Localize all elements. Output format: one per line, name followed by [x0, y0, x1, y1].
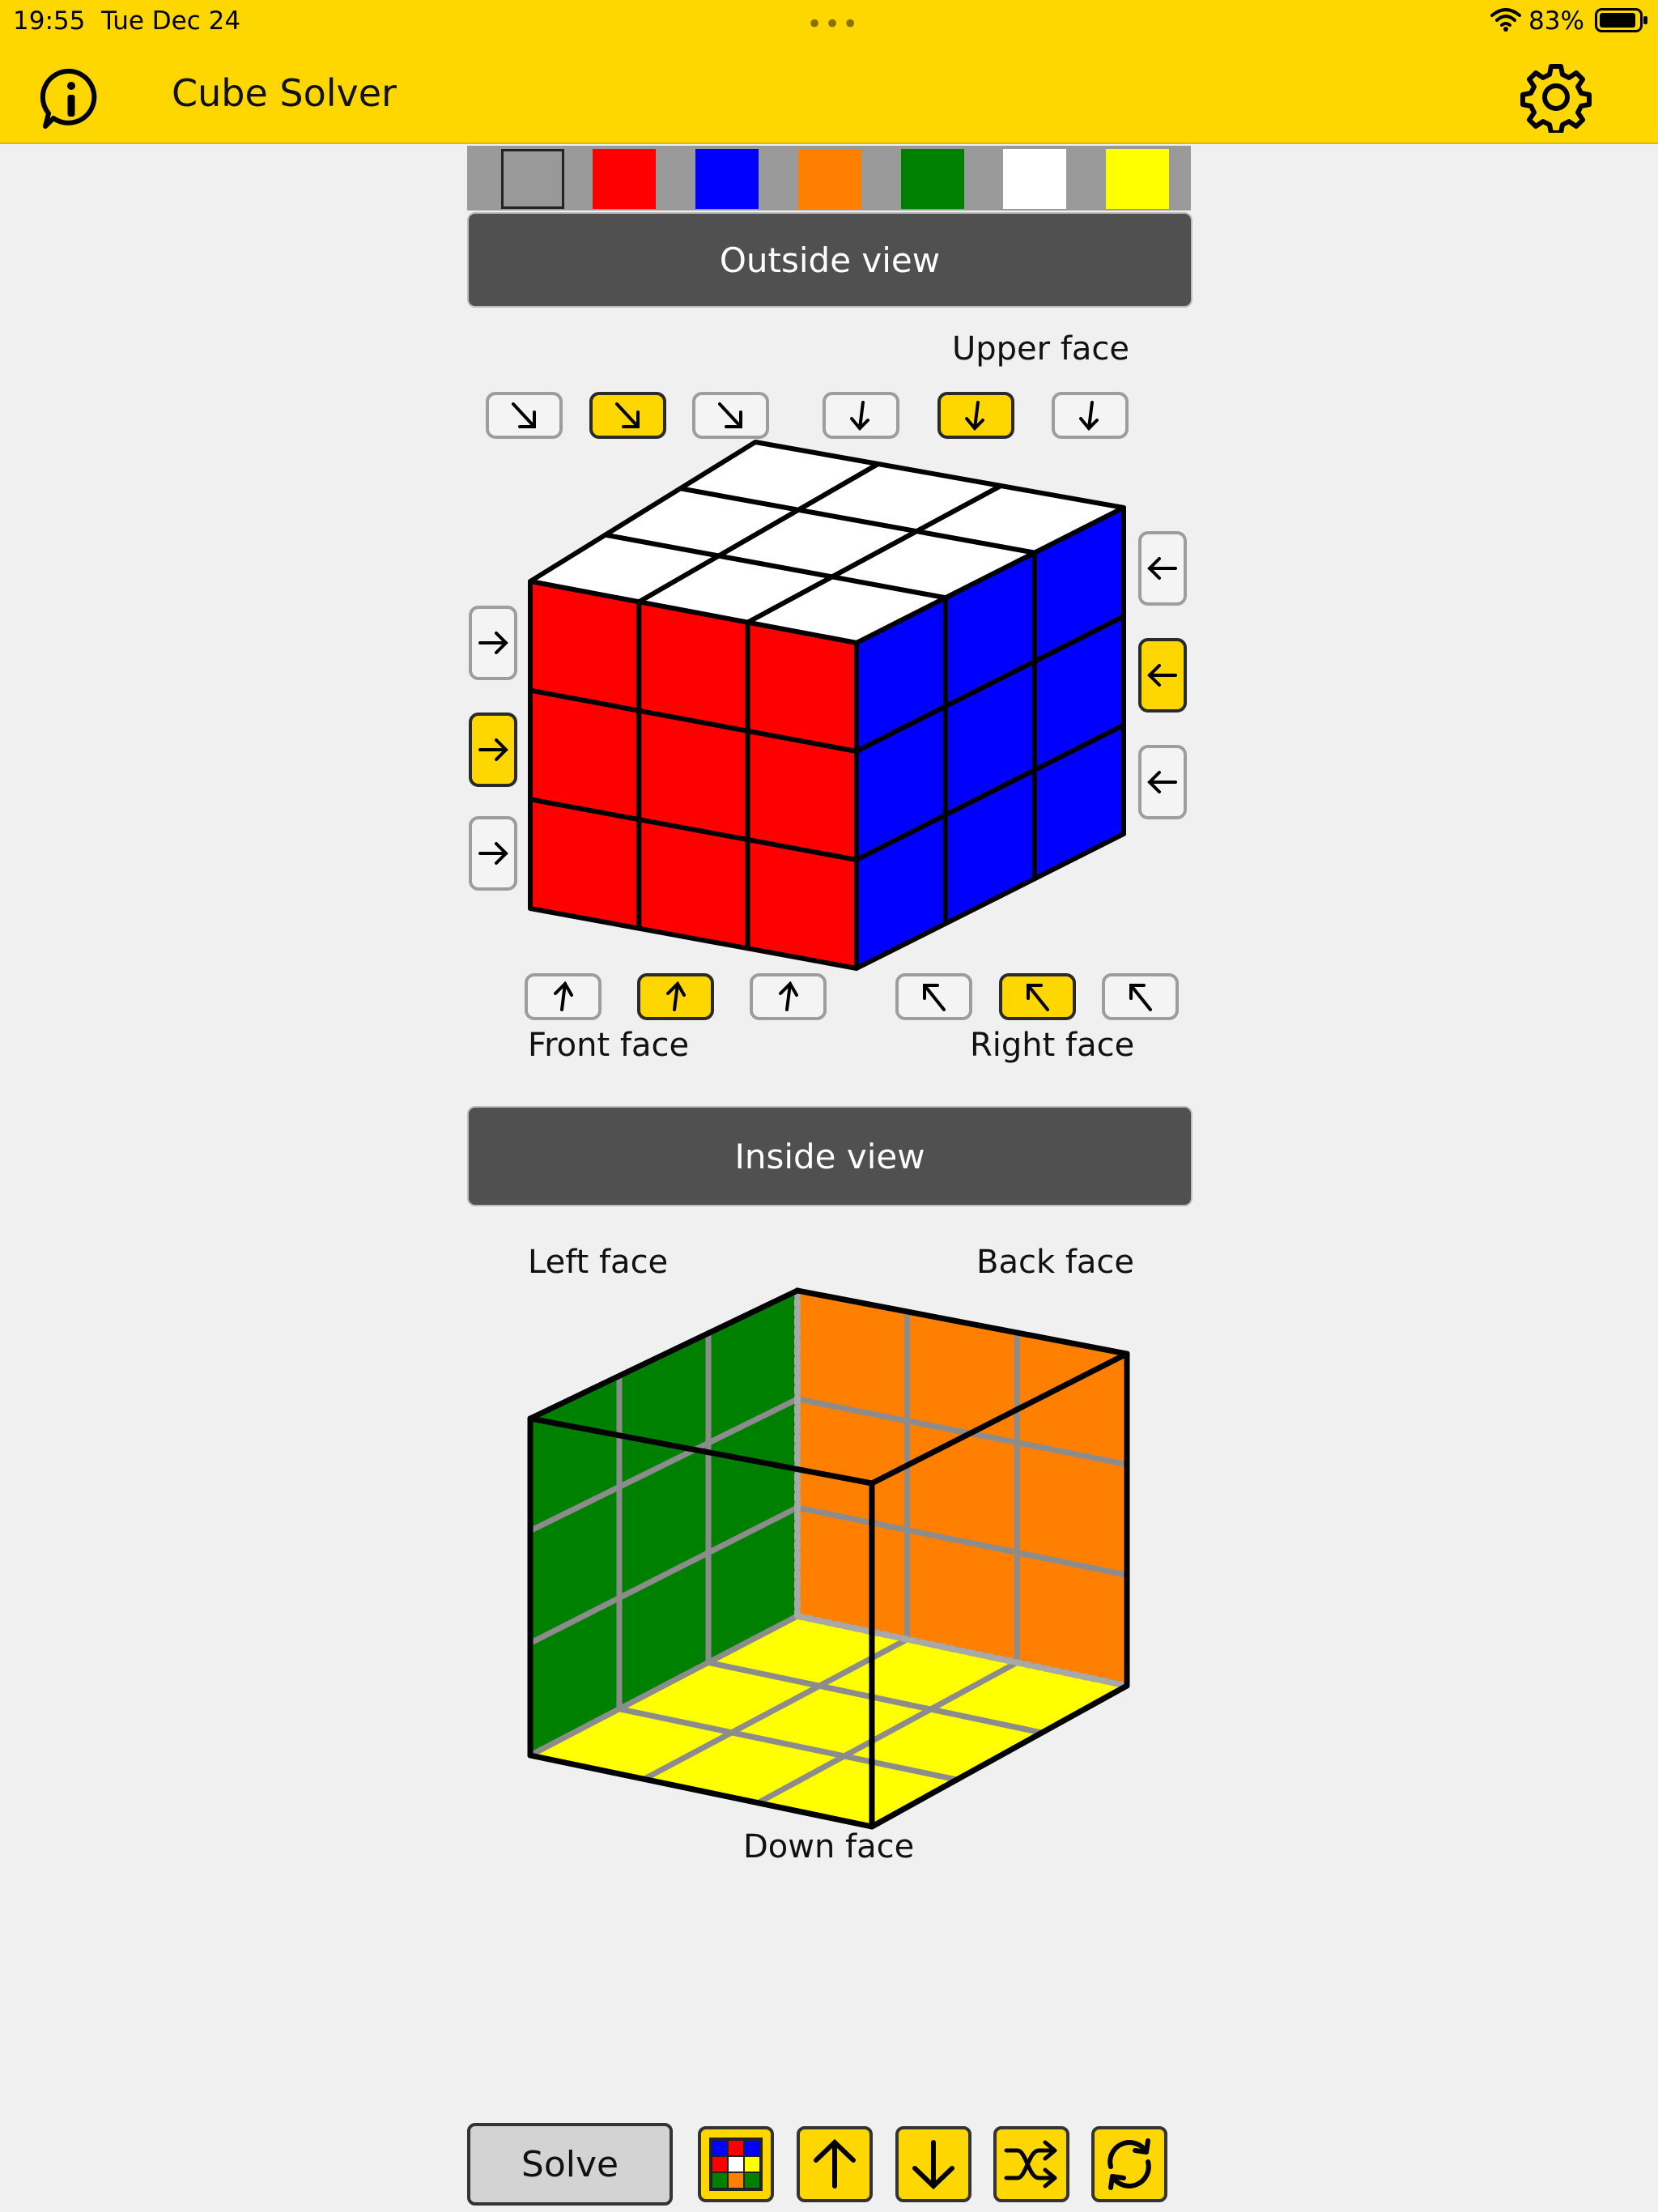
wifi-icon — [1490, 8, 1521, 32]
front-face-sticker-9[interactable] — [745, 837, 859, 971]
app-header: 19:55 Tue Dec 24 ••• 83% Cube Solver — [0, 0, 1658, 144]
outside-cube — [528, 440, 1126, 971]
undo-button[interactable] — [797, 2126, 873, 2202]
arrow-down-icon — [912, 2140, 954, 2190]
right-col-move-button-1[interactable] — [895, 973, 972, 1020]
front-col-move-button-2[interactable] — [637, 973, 714, 1020]
battery-icon — [1595, 8, 1647, 32]
front-col-move-button-3[interactable] — [750, 973, 827, 1020]
gear-icon[interactable] — [1520, 62, 1592, 133]
upper-face-label: Upper face — [952, 330, 1130, 368]
right-col-move-button-3[interactable] — [1102, 973, 1179, 1020]
color-palette — [467, 146, 1191, 211]
battery-percent: 83% — [1528, 6, 1584, 36]
status-date: Tue Dec 24 — [101, 6, 241, 36]
front-col-move-button-1[interactable] — [525, 973, 602, 1020]
swatch-yellow[interactable] — [1106, 149, 1169, 209]
color-grid-icon — [709, 2138, 763, 2191]
right-face-label: Right face — [970, 1027, 1135, 1064]
front-face-sticker-8[interactable] — [636, 817, 750, 951]
swatch-white[interactable] — [1003, 149, 1066, 209]
shuffle-icon — [1004, 2140, 1057, 2189]
swatch-red[interactable] — [593, 149, 656, 209]
app-title: Cube Solver — [172, 71, 397, 115]
refresh-icon — [1107, 2138, 1151, 2190]
solve-button[interactable]: Solve — [467, 2123, 673, 2206]
status-time: 19:55 — [13, 6, 86, 36]
reset-button[interactable] — [1091, 2126, 1167, 2202]
swatch-orange[interactable] — [798, 149, 861, 209]
info-icon[interactable] — [39, 66, 104, 131]
down-face-label: Down face — [743, 1828, 915, 1865]
arrow-up-icon — [814, 2138, 856, 2189]
front-face-label: Front face — [528, 1027, 690, 1064]
multitask-dots-icon[interactable]: ••• — [806, 8, 860, 40]
redo-button[interactable] — [895, 2126, 971, 2202]
swatch-green[interactable] — [901, 149, 964, 209]
swatch-gray[interactable] — [501, 149, 564, 209]
shuffle-button[interactable] — [993, 2126, 1069, 2202]
front-face-sticker-7[interactable] — [528, 797, 642, 931]
swatch-blue[interactable] — [695, 149, 759, 209]
color-grid-button[interactable] — [698, 2126, 774, 2202]
outside-view-banner[interactable]: Outside view — [467, 212, 1192, 308]
inside-cube — [527, 1287, 1130, 1830]
right-col-move-button-2[interactable] — [999, 973, 1076, 1020]
inside-view-banner[interactable]: Inside view — [467, 1106, 1192, 1206]
